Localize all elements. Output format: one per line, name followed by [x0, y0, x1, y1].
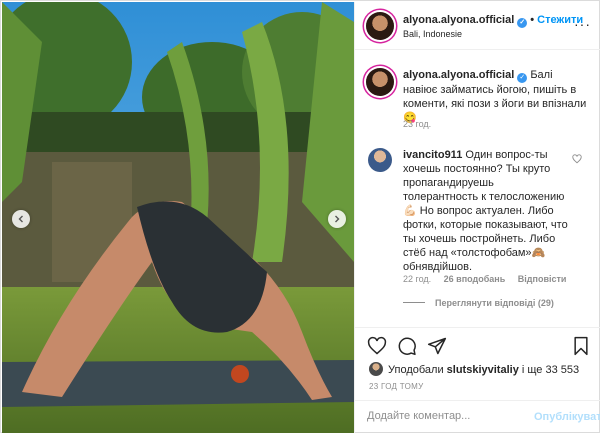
post-photo[interactable] — [2, 2, 354, 433]
post-actions-bar — [355, 327, 600, 367]
likes-prefix: Уподобали — [388, 364, 447, 376]
likes-suffix[interactable]: і ще 33 553 — [519, 364, 579, 376]
author-username[interactable]: alyona.alyona.official — [403, 14, 514, 26]
comment-icon — [398, 337, 416, 356]
comment-text-block: ivancito911 Один вопрос-ты хочешь постоя… — [403, 148, 571, 274]
more-options-icon[interactable]: ··· — [574, 16, 591, 32]
replies-divider-line — [403, 302, 425, 303]
post-side-panel: alyona.alyona.official ✓ • Стежити Bali, In… — [354, 2, 600, 433]
post-location[interactable]: Bali, Indonesie — [403, 29, 462, 39]
comment-username[interactable]: ivancito911 — [403, 149, 462, 161]
comment-text: Один вопрос-ты хочешь постоянно? Ты крут… — [403, 149, 568, 273]
save-button[interactable] — [571, 336, 591, 356]
comment-likes-count[interactable]: 26 вподобань — [444, 274, 506, 284]
separator-dot: • — [530, 14, 535, 26]
add-comment-bar: Опублікувати — [355, 400, 600, 433]
comment-button[interactable] — [397, 336, 417, 356]
send-icon — [427, 337, 447, 355]
author-avatar[interactable] — [366, 12, 394, 40]
chevron-right-icon — [335, 215, 340, 223]
verified-badge-icon: ✓ — [517, 73, 528, 83]
yoga-photo-illustration — [2, 2, 354, 433]
share-button[interactable] — [427, 336, 447, 356]
next-photo-button[interactable] — [328, 210, 346, 228]
previous-photo-button[interactable] — [12, 210, 30, 228]
reply-button[interactable]: Відповісти — [518, 274, 567, 284]
caption-avatar[interactable] — [366, 68, 394, 96]
heart-icon — [367, 336, 387, 355]
publish-button[interactable]: Опублікувати — [534, 411, 600, 423]
caption-time[interactable]: 23 год. — [403, 119, 431, 129]
likes-summary: Уподобали slutskiyvitaliy і ще 33 553 — [369, 362, 579, 376]
post-dialog: alyona.alyona.official ✓ • Стежити Bali, In… — [0, 0, 600, 433]
commenter-avatar[interactable] — [368, 148, 392, 172]
add-comment-input[interactable] — [367, 410, 527, 422]
post-date[interactable]: 23 ГОД ТОМУ — [369, 382, 424, 391]
comment-time[interactable]: 22 год. — [403, 274, 431, 284]
post-header: alyona.alyona.official ✓ • Стежити Bali, In… — [355, 2, 600, 50]
verified-badge-icon: ✓ — [517, 18, 528, 28]
author-line: alyona.alyona.official ✓ • Стежити — [403, 14, 583, 28]
likes-user[interactable]: slutskiyvitaliy — [447, 364, 519, 376]
like-button[interactable] — [367, 336, 387, 356]
liker-avatar[interactable] — [369, 362, 383, 376]
bookmark-icon — [574, 336, 588, 356]
caption-text-block: alyona.alyona.official ✓ Балі навіює займ… — [403, 68, 589, 125]
chevron-left-icon — [18, 215, 23, 223]
comment-meta: 22 год. 26 вподобань Відповісти — [403, 274, 576, 284]
view-replies-button[interactable]: Переглянути відповіді (29) — [403, 298, 554, 308]
comment-heart-icon[interactable] — [572, 154, 582, 164]
caption-username[interactable]: alyona.alyona.official — [403, 69, 514, 81]
view-replies-label: Переглянути відповіді (29) — [435, 298, 554, 308]
